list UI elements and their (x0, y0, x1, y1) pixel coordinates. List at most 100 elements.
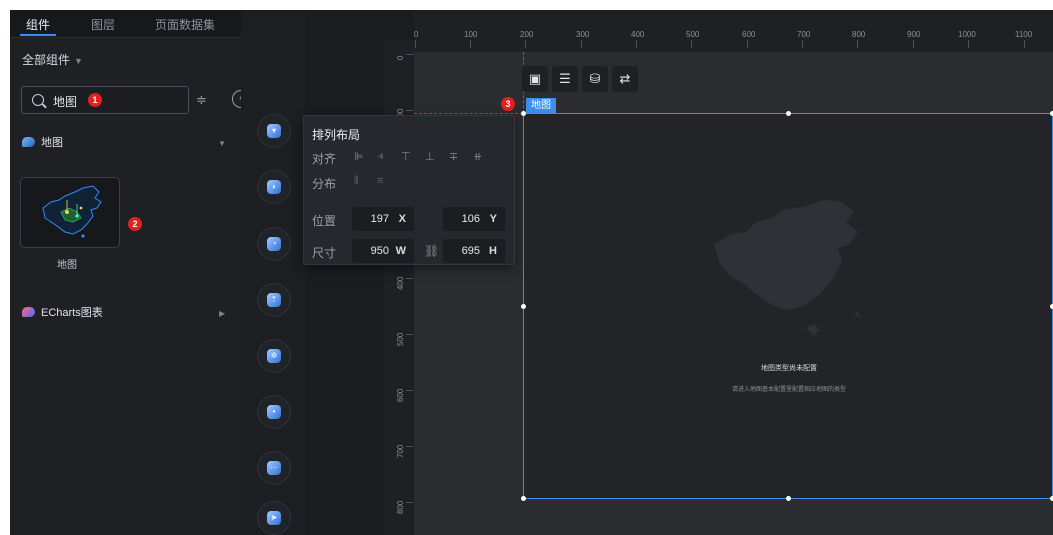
editor-window: 组件 图层 页面数据集 全部组件▼ 地图 1 ≑ ‹ 地图 ▼ (10, 10, 1053, 535)
position-x-field[interactable]: 197 X (352, 207, 414, 231)
category-map[interactable]: 地图 (22, 134, 63, 150)
resize-handle-bottom-left[interactable] (521, 496, 526, 501)
resize-handle-left[interactable] (521, 304, 526, 309)
ruler-tick-label: 500 (396, 332, 405, 346)
rail-button-bubble-map[interactable]: ◗ (257, 170, 291, 204)
database-icon[interactable]: ⛁ (582, 66, 608, 92)
ruler-tick (406, 278, 413, 279)
rail-button-map[interactable]: ▾ (257, 114, 291, 148)
tab-layers[interactable]: 图层 (91, 16, 115, 33)
resize-handle-top[interactable] (786, 111, 791, 116)
step-badge-1: 1 (88, 93, 102, 107)
rail-button-flyline-map[interactable]: ⇡ (257, 283, 291, 317)
component-toolbar: ▣ ☰ ⛁ ⇄ (522, 66, 638, 92)
ruler-tick-label: 0 (396, 55, 405, 60)
ruler-tick (406, 110, 413, 111)
height-value: 695 (461, 245, 480, 257)
rail-button-marker-map[interactable]: ⋯ (257, 451, 291, 485)
component-type-rail: ▾ ◗ ◔ ⇡ ✲ • ⋯ ➤ (241, 10, 306, 535)
height-field[interactable]: 695 H (443, 239, 505, 263)
ruler-tick (581, 40, 582, 48)
map-component-thumbnail[interactable] (20, 177, 120, 248)
ruler-tick-label: 800 (396, 500, 405, 514)
y-unit: Y (489, 213, 497, 225)
category-label: 地图 (41, 137, 63, 149)
step-badge-3: 3 (501, 97, 515, 111)
size-label: 尺寸 (312, 246, 337, 260)
chevron-right-icon[interactable]: ▶ (219, 309, 225, 318)
distribute-horizontal-icon[interactable]: ⫴ (354, 175, 359, 188)
component-panel: 组件 图层 页面数据集 全部组件▼ 地图 1 ≑ ‹ 地图 ▼ (10, 10, 250, 535)
map-category-icon (22, 137, 35, 147)
ruler-tick (691, 40, 692, 48)
align-middle-icon[interactable]: ∓ (449, 150, 458, 163)
image-icon[interactable]: ▣ (522, 66, 548, 92)
category-echarts[interactable]: ECharts图表 (22, 304, 103, 320)
position-y-field[interactable]: 106 Y (443, 207, 505, 231)
ruler-tick-label: 700 (797, 30, 811, 39)
align-top-icon[interactable]: ⊤ (401, 150, 411, 163)
ruler-tick-label: 900 (907, 30, 921, 39)
layout-popover: 排列布局 对齐 ⊫ ⫣ ⊤ ⊥ ∓ ⧺ 分布 ⫴ ≡ 位置 197 X 106 … (303, 115, 515, 265)
ruler-tick (406, 446, 413, 447)
ruler-tick-label: 600 (396, 388, 405, 402)
rail-button-area-map[interactable]: ◔ (257, 227, 291, 261)
ruler-tick (1024, 40, 1025, 48)
map-icon: ▾ (267, 124, 281, 138)
ruler-tick-label: 700 (396, 444, 405, 458)
distribute-vertical-icon[interactable]: ≡ (377, 175, 383, 187)
ruler-tick (636, 40, 637, 48)
rail-button-navigation[interactable]: ➤ (257, 501, 291, 535)
align-center-icon[interactable]: ⧺ (473, 150, 482, 163)
ruler-tick (913, 40, 914, 48)
rail-button-pin-map[interactable]: • (257, 395, 291, 429)
align-bottom-icon[interactable]: ⊥ (425, 150, 435, 163)
interaction-icon[interactable]: ⇄ (612, 66, 638, 92)
ruler-tick-label: 200 (520, 30, 534, 39)
ruler-tick (406, 390, 413, 391)
y-value: 106 (461, 213, 480, 225)
settings-sliders-icon[interactable]: ☰ (552, 66, 578, 92)
filter-label: 全部组件 (22, 53, 71, 67)
distribute-label: 分布 (312, 177, 337, 191)
pin-map-icon: • (267, 405, 281, 419)
ruler-tick (525, 40, 526, 48)
active-tab-indicator (20, 34, 56, 36)
ruler-tick-label: 600 (742, 30, 756, 39)
align-right-icon[interactable]: ⫣ (377, 150, 384, 163)
width-value: 950 (370, 245, 389, 257)
align-left-icon[interactable]: ⊫ (354, 150, 364, 163)
component-filter-dropdown[interactable]: 全部组件 ▼ (22, 51, 83, 68)
ruler-tick-label: 500 (686, 30, 700, 39)
area-map-icon: ◔ (267, 237, 281, 251)
chevron-down-icon[interactable]: ▼ (218, 139, 226, 148)
marker-map-icon: ⋯ (267, 461, 281, 475)
resize-handle-top-left[interactable] (521, 111, 526, 116)
tab-components[interactable]: 组件 (26, 16, 50, 33)
map-unconfigured-message: 地图类型尚未配置 (761, 365, 817, 372)
width-field[interactable]: 950 W (352, 239, 414, 263)
position-label: 位置 (312, 214, 337, 228)
height-unit: H (489, 245, 497, 257)
width-unit: W (395, 245, 406, 257)
caret-down-icon: ▼ (74, 56, 83, 66)
ruler-tick-label: 1100 (1015, 30, 1033, 39)
align-label: 对齐 (312, 152, 337, 166)
ruler-tick-label: 400 (631, 30, 645, 39)
ruler-tick (747, 40, 748, 48)
component-name-tag[interactable]: 地图 (526, 98, 556, 113)
search-input[interactable]: 地图 (21, 86, 189, 114)
map-unconfigured-hint: 请进入地图基本配置里配置相应地图的类型 (731, 387, 846, 393)
link-icon[interactable]: ⛓ (424, 244, 439, 258)
map-component[interactable]: 地图类型尚未配置 请进入地图基本配置里配置相应地图的类型 (521, 111, 1053, 501)
navigation-icon: ➤ (267, 511, 281, 525)
popover-title: 排列布局 (312, 128, 361, 142)
resize-handle-bottom[interactable] (786, 496, 791, 501)
ruler-tick (968, 40, 969, 48)
sort-icon[interactable]: ≑ (196, 92, 207, 108)
tab-page-datasets[interactable]: 页面数据集 (155, 16, 215, 33)
rail-button-heat-map[interactable]: ✲ (257, 339, 291, 373)
ruler-tick (802, 40, 803, 48)
ruler-tick-label: 1000 (958, 30, 976, 39)
china-map-placeholder-icon (714, 200, 860, 336)
